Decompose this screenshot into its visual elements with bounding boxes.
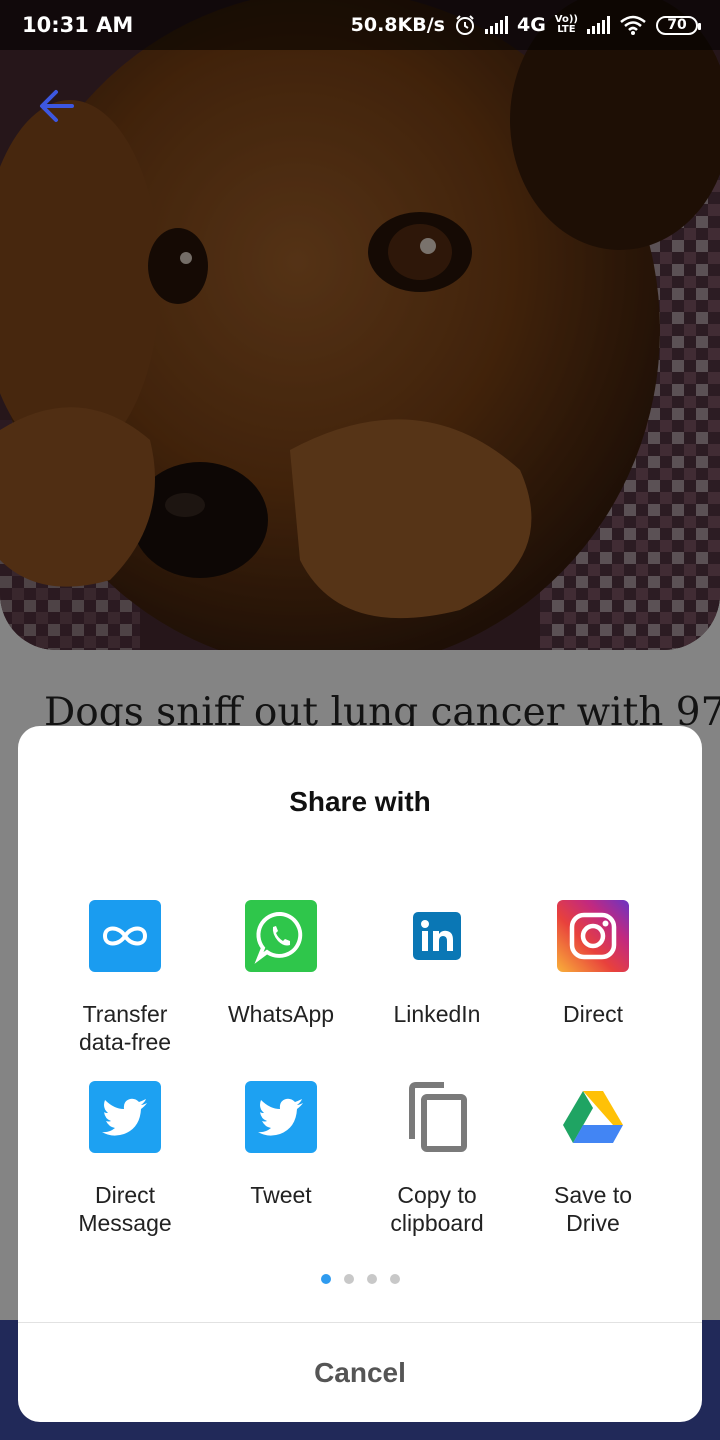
wifi-icon [620, 15, 646, 35]
page-indicator [18, 1274, 702, 1284]
share-app-copy-clipboard[interactable]: Copy to clipboard [359, 1081, 515, 1237]
article-hero-image [0, 0, 720, 650]
network-type: 4G [516, 14, 546, 36]
share-app-twitter-dm[interactable]: Direct Message [47, 1081, 203, 1237]
status-time: 10:31 AM [22, 13, 134, 37]
whatsapp-icon [245, 900, 317, 972]
google-drive-icon [557, 1081, 629, 1153]
share-app-linkedin[interactable]: LinkedIn [359, 900, 515, 1028]
signal-icon [484, 16, 508, 34]
share-sheet-title: Share with [289, 786, 431, 817]
page-dot-active[interactable] [320, 1274, 331, 1284]
signal-icon [587, 16, 610, 34]
share-sheet: Share with Transfer data-free WhatsApp L… [18, 726, 702, 1422]
twitter-icon [89, 1081, 161, 1153]
share-app-label: WhatsApp [227, 1001, 335, 1027]
status-bar: 10:31 AM 50.8KB/s 4G Vo)) LTE 70 [0, 0, 720, 50]
dog-photo [0, 0, 720, 650]
alarm-icon [455, 15, 474, 35]
twitter-icon [245, 1081, 317, 1153]
battery-level: 70 [667, 17, 687, 33]
volte-indicator: Vo)) LTE [554, 14, 578, 35]
share-app-label: Direct [562, 1001, 624, 1027]
linkedin-icon [401, 900, 473, 972]
share-app-transfer[interactable]: Transfer data-free [47, 900, 203, 1056]
back-button[interactable] [36, 86, 80, 126]
share-app-whatsapp[interactable]: WhatsApp [203, 900, 359, 1028]
share-app-tweet[interactable]: Tweet [203, 1081, 359, 1209]
share-app-instagram-direct[interactable]: Direct [515, 900, 671, 1028]
instagram-icon [557, 900, 629, 972]
cancel-button[interactable]: Cancel [18, 1323, 702, 1422]
share-app-label: Direct Message [78, 1182, 172, 1236]
status-indicators: 50.8KB/s 4G Vo)) LTE 70 [350, 14, 701, 36]
copy-icon [401, 1081, 473, 1153]
network-speed: 50.8KB/s [350, 14, 445, 36]
page-dot[interactable] [389, 1274, 400, 1284]
share-app-label: Tweet [250, 1182, 312, 1208]
back-arrow-icon [40, 90, 74, 122]
mi-drop-icon [89, 900, 161, 972]
share-app-label: Copy to clipboard [390, 1182, 484, 1236]
page-dot[interactable] [343, 1274, 354, 1284]
share-app-label: Transfer data-free [78, 1001, 172, 1055]
share-app-google-drive[interactable]: Save to Drive [515, 1081, 671, 1237]
share-app-label: LinkedIn [393, 1001, 481, 1027]
page-dot[interactable] [366, 1274, 377, 1284]
share-app-label: Save to Drive [554, 1182, 632, 1236]
battery-icon: 70 [656, 15, 701, 35]
